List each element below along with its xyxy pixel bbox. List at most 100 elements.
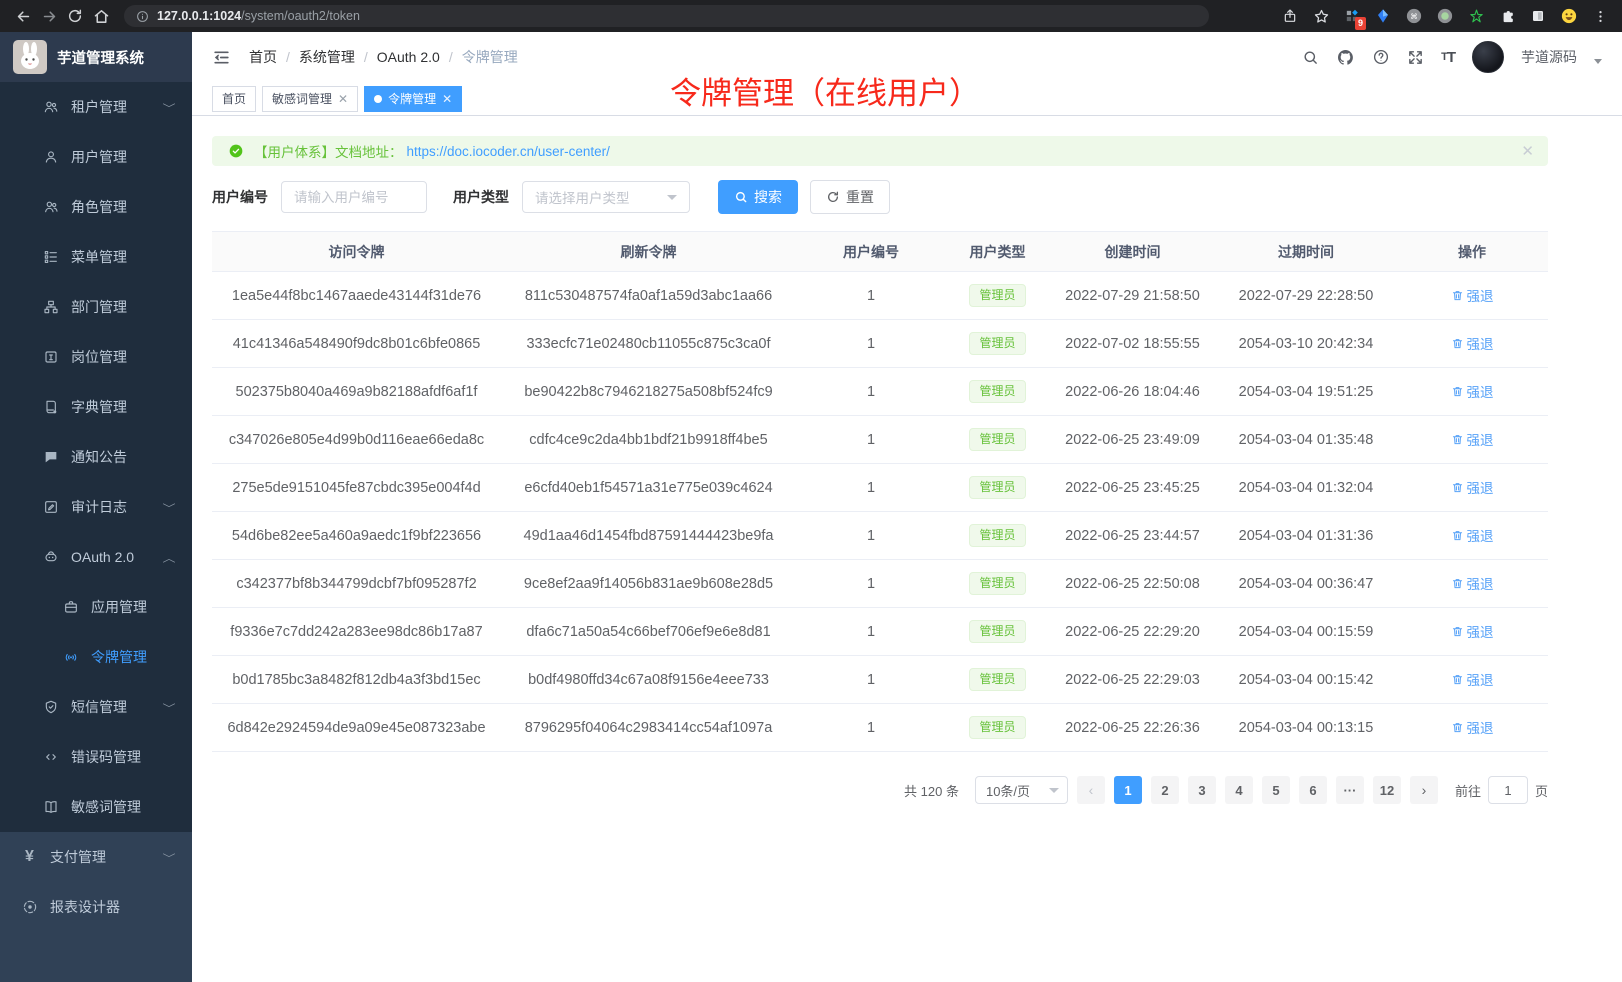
sidebar-item-审计日志[interactable]: 审计日志﹀	[0, 482, 192, 532]
username: 芋道源码	[1521, 47, 1577, 67]
back-icon[interactable]	[10, 3, 36, 29]
font-size-icon[interactable]: TT	[1441, 49, 1455, 66]
user-type-badge: 管理员	[969, 620, 1025, 642]
page-button-12[interactable]: 12	[1373, 776, 1401, 804]
record-extension-icon[interactable]	[1433, 4, 1457, 28]
tab-label: 敏感词管理	[272, 90, 332, 107]
sidebar-item-报表设计器[interactable]: 报表设计器	[0, 882, 192, 932]
user-type-cell: 管理员	[946, 512, 1049, 560]
force-logout-button[interactable]: 强退	[1451, 573, 1494, 593]
url-bar[interactable]: 127.0.0.1:1024/system/oauth2/token	[124, 5, 1209, 27]
sidebar-item-字典管理[interactable]: 字典管理	[0, 382, 192, 432]
force-logout-button[interactable]: 强退	[1451, 621, 1494, 641]
home-icon[interactable]	[88, 3, 114, 29]
page-button-5[interactable]: 5	[1262, 776, 1290, 804]
sidebar-item-岗位管理[interactable]: 岗位管理	[0, 332, 192, 382]
sidebar-item-部门管理[interactable]: 部门管理	[0, 282, 192, 332]
force-logout-button[interactable]: 强退	[1451, 285, 1494, 305]
emoji-extension-icon[interactable]	[1557, 4, 1581, 28]
dict-icon	[42, 399, 59, 415]
force-logout-button[interactable]: 强退	[1451, 477, 1494, 497]
sidebar-item-租户管理[interactable]: 租户管理﹀	[0, 82, 192, 132]
page-button-3[interactable]: 3	[1188, 776, 1216, 804]
breadcrumb-item[interactable]: 系统管理	[299, 47, 355, 67]
sidebar-item-菜单管理[interactable]: 菜单管理	[0, 232, 192, 282]
table-row: f9336e7c7dd242a283ee98dc86b17a87dfa6c71a…	[212, 608, 1548, 656]
goto-page-input[interactable]	[1488, 776, 1528, 804]
sidebar-item-label: 部门管理	[71, 297, 127, 317]
role-icon	[42, 199, 59, 215]
command-extension-icon[interactable]: ⌘	[1402, 4, 1426, 28]
user-type-select[interactable]: 请选择用户类型	[522, 181, 690, 213]
page-button-6[interactable]: 6	[1299, 776, 1327, 804]
access-token-cell: 1ea5e44f8bc1467aaede43144f31de76	[212, 272, 501, 320]
bookmark-star-icon[interactable]	[1309, 4, 1333, 28]
share-icon[interactable]	[1278, 4, 1302, 28]
page-button-2[interactable]: 2	[1151, 776, 1179, 804]
collapse-menu-icon[interactable]	[212, 48, 231, 67]
sidebar-item-label: 错误码管理	[71, 747, 141, 767]
reset-button[interactable]: 重置	[810, 180, 890, 214]
sidebar-item-短信管理[interactable]: 短信管理﹀	[0, 682, 192, 732]
report-icon	[21, 899, 38, 915]
github-icon[interactable]	[1336, 48, 1355, 67]
help-icon[interactable]	[1372, 48, 1390, 66]
fullscreen-icon[interactable]	[1407, 49, 1424, 66]
user-type-badge: 管理员	[969, 380, 1025, 402]
tab-令牌管理[interactable]: 令牌管理✕	[364, 86, 462, 112]
next-page-button[interactable]: ›	[1410, 776, 1438, 804]
reading-mode-icon[interactable]	[1526, 4, 1550, 28]
page-button-4[interactable]: 4	[1225, 776, 1253, 804]
breadcrumb-item[interactable]: 首页	[249, 47, 277, 67]
tab-close-icon[interactable]: ✕	[442, 92, 452, 106]
tab-敏感词管理[interactable]: 敏感词管理 ✕	[262, 86, 358, 112]
page-ellipsis[interactable]: ···	[1336, 776, 1364, 804]
table-row: 54d6be82ee5a460a9aedc1f9bf22365649d1aa46…	[212, 512, 1548, 560]
user-id-cell: 1	[796, 608, 946, 656]
puzzle-extension-icon[interactable]	[1495, 4, 1519, 28]
sidebar-item-错误码管理[interactable]: 错误码管理	[0, 732, 192, 782]
tab-close-icon[interactable]: ✕	[338, 92, 348, 106]
site-info-icon[interactable]	[136, 10, 149, 23]
prev-page-button[interactable]: ‹	[1077, 776, 1105, 804]
force-logout-button[interactable]: 强退	[1451, 333, 1494, 353]
reload-icon[interactable]	[62, 3, 88, 29]
force-logout-button[interactable]: 强退	[1451, 669, 1494, 689]
user-id-input[interactable]	[294, 190, 414, 205]
user-avatar[interactable]	[1472, 41, 1504, 73]
force-logout-button[interactable]: 强退	[1451, 525, 1494, 545]
tab-首页[interactable]: 首页	[212, 86, 256, 112]
sidebar-item-敏感词管理[interactable]: 敏感词管理	[0, 782, 192, 832]
sidebar-item-支付管理[interactable]: ¥ 支付管理﹀	[0, 832, 192, 882]
force-logout-button[interactable]: 强退	[1451, 381, 1494, 401]
sidebar-item-用户管理[interactable]: 用户管理	[0, 132, 192, 182]
create-time-cell: 2022-06-25 23:45:25	[1049, 464, 1216, 512]
force-logout-button[interactable]: 强退	[1451, 429, 1494, 449]
alert-doc-link[interactable]: https://doc.iocoder.cn/user-center/	[407, 144, 610, 159]
kite-extension-icon[interactable]	[1371, 4, 1395, 28]
search-button[interactable]: 搜索	[718, 180, 798, 214]
active-tab-dot	[374, 95, 382, 103]
extension-grid-icon[interactable]: 9	[1340, 4, 1364, 28]
sidebar-item-应用管理[interactable]: 应用管理	[0, 582, 192, 632]
table-header-row: 访问令牌刷新令牌用户编号用户类型创建时间过期时间操作	[212, 232, 1548, 272]
green-star-extension-icon[interactable]	[1464, 4, 1488, 28]
sidebar-item-OAuth 2.0[interactable]: OAuth 2.0︿	[0, 532, 192, 582]
goto-suffix: 页	[1535, 781, 1548, 800]
token-icon	[62, 649, 79, 665]
url-path: /system/oauth2/token	[241, 9, 360, 23]
sidebar-item-通知公告[interactable]: 通知公告	[0, 432, 192, 482]
page-button-1[interactable]: 1	[1114, 776, 1142, 804]
forward-icon[interactable]	[36, 3, 62, 29]
force-logout-button[interactable]: 强退	[1451, 717, 1494, 737]
alert-close-icon[interactable]: ✕	[1521, 142, 1534, 160]
search-icon[interactable]	[1302, 49, 1319, 66]
sidebar-item-令牌管理[interactable]: 令牌管理	[0, 632, 192, 682]
browser-menu-icon[interactable]	[1588, 4, 1612, 28]
app-logo[interactable]: 芋道管理系统	[0, 32, 192, 82]
breadcrumb-item[interactable]: OAuth 2.0	[377, 49, 440, 65]
sidebar-item-角色管理[interactable]: 角色管理	[0, 182, 192, 232]
breadcrumb: 首页/系统管理/OAuth 2.0/令牌管理	[249, 47, 518, 67]
user-menu-caret-icon[interactable]	[1594, 59, 1602, 64]
page-size-select[interactable]: 10条/页	[975, 776, 1068, 804]
